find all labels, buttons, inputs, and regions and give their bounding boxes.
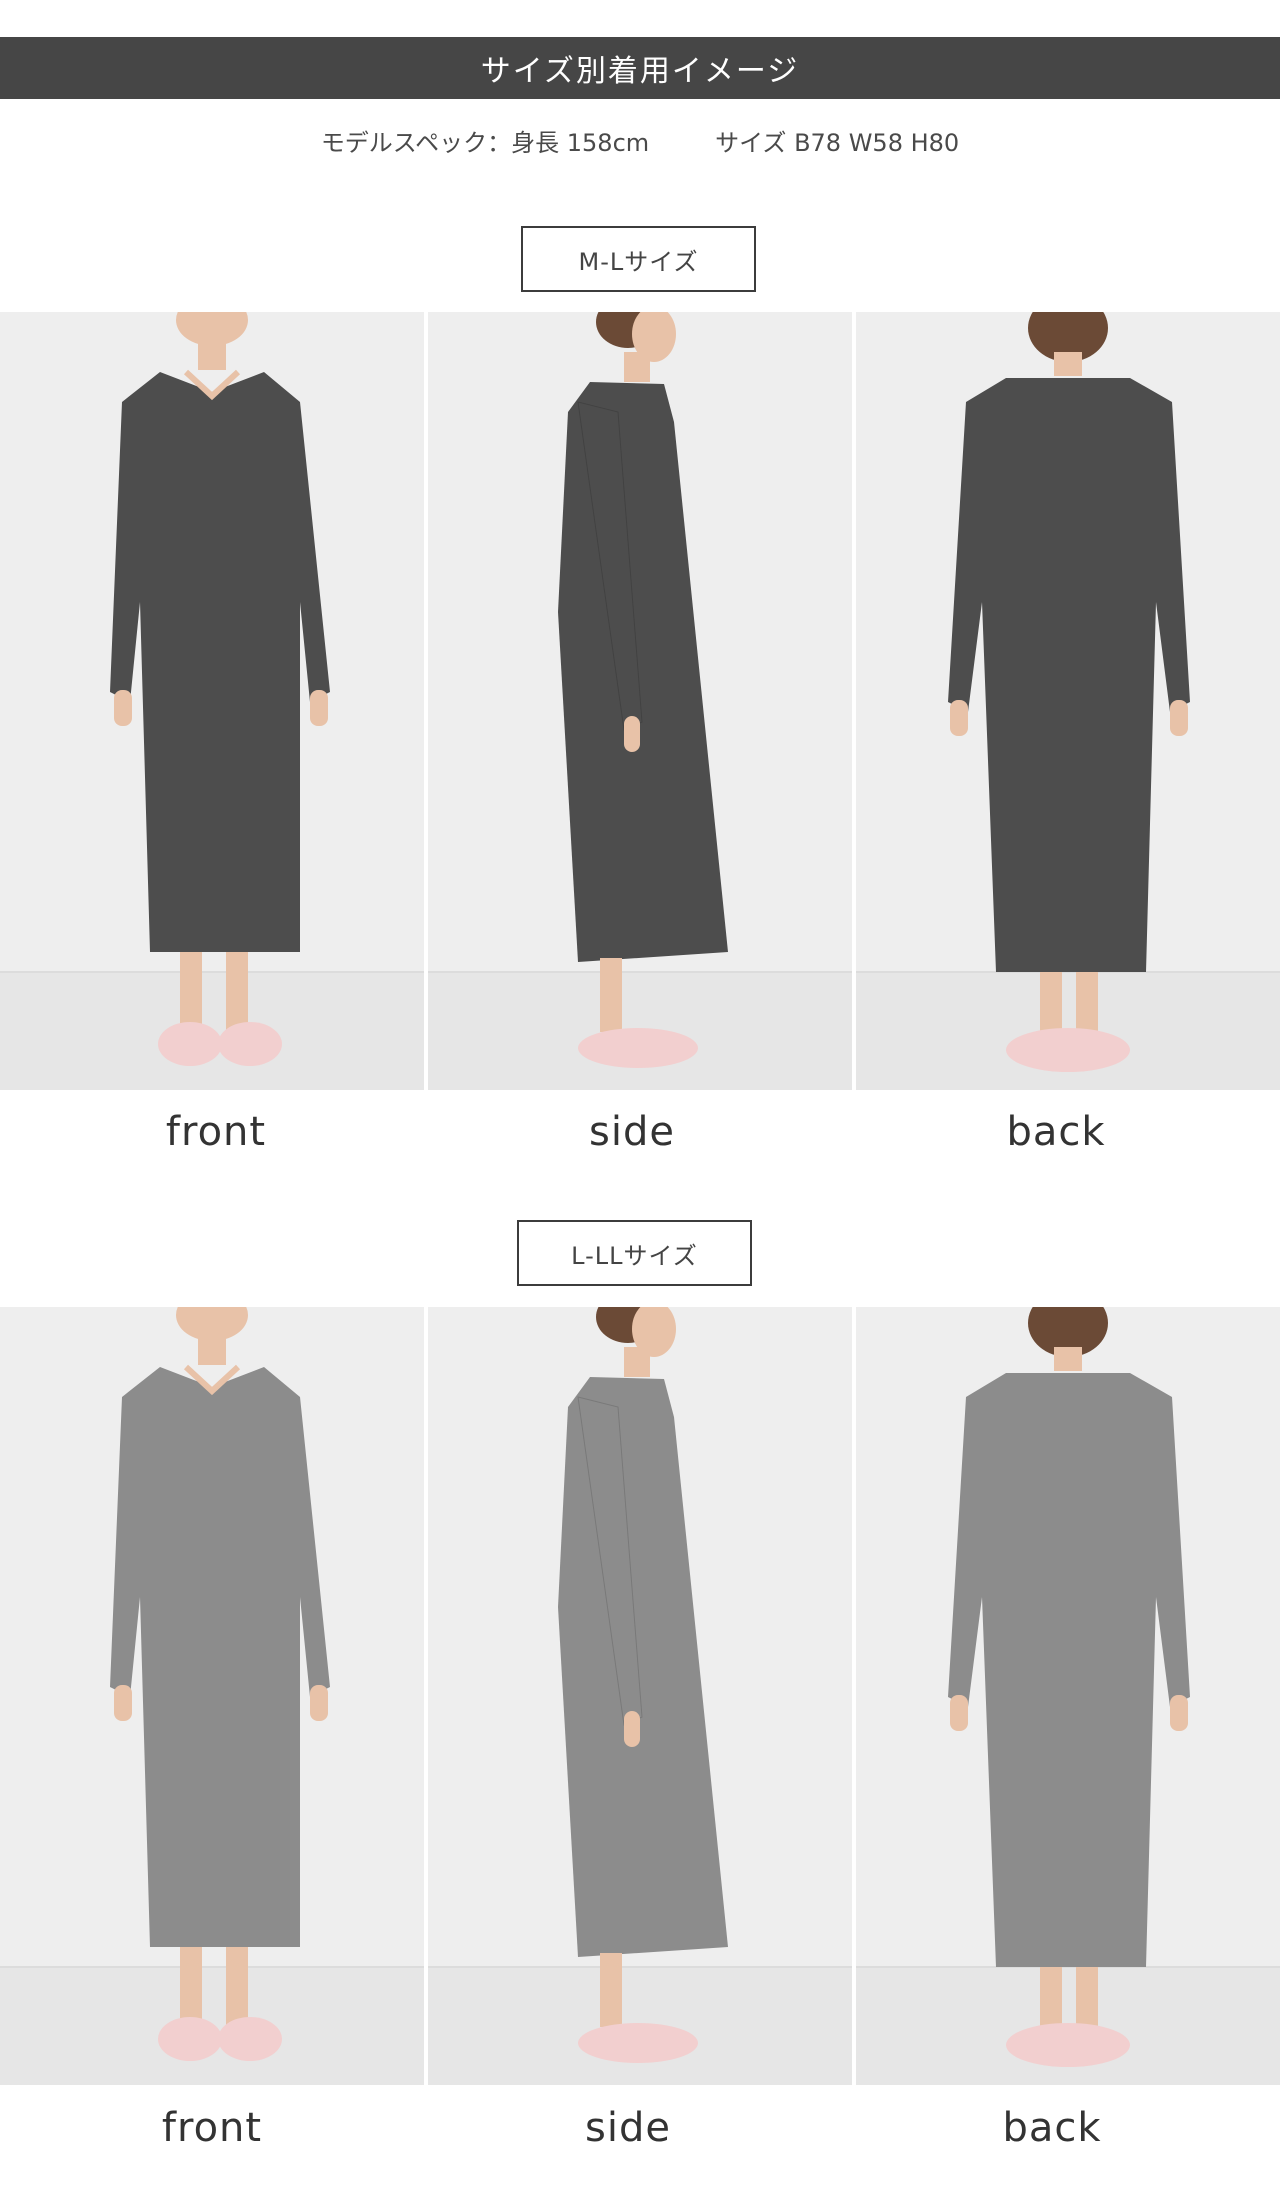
size-label-text: M-Lサイズ <box>578 247 699 276</box>
section-title: サイズ別着用イメージ <box>480 54 800 89</box>
caption-ml-back: back <box>1006 1109 1106 1155</box>
section-title-bar: サイズ別着用イメージ <box>0 37 1280 99</box>
photo-lll-back <box>856 1307 1280 2085</box>
model-spec: モデルスペック：身長 158cm サイズ B78 W58 H80 <box>0 122 1280 158</box>
photo-lll-side <box>428 1307 852 2085</box>
caption-lll-back: back <box>1002 2105 1102 2151</box>
model-measurements: サイズ B78 W58 H80 <box>715 128 960 157</box>
caption-lll-side: side <box>585 2105 671 2151</box>
size-label-m-l: M-Lサイズ <box>521 226 756 292</box>
photo-ml-front <box>0 312 424 1090</box>
photo-ml-side <box>428 312 852 1090</box>
size-label-text: L-LLサイズ <box>571 1241 698 1270</box>
size-label-l-ll: L-LLサイズ <box>517 1220 752 1286</box>
model-figure-image <box>428 312 852 1090</box>
model-figure-image <box>856 312 1280 1090</box>
model-figure-image <box>428 1307 852 2085</box>
photo-ml-back <box>856 312 1280 1090</box>
photo-lll-front <box>0 1307 424 2085</box>
model-figure-image <box>0 312 424 1090</box>
caption-ml-front: front <box>165 1109 267 1155</box>
model-figure-image <box>856 1307 1280 2085</box>
model-height: モデルスペック：身長 158cm <box>320 128 650 157</box>
model-figure-image <box>0 1307 424 2085</box>
caption-ml-side: side <box>589 1109 675 1155</box>
caption-lll-front: front <box>161 2105 263 2151</box>
